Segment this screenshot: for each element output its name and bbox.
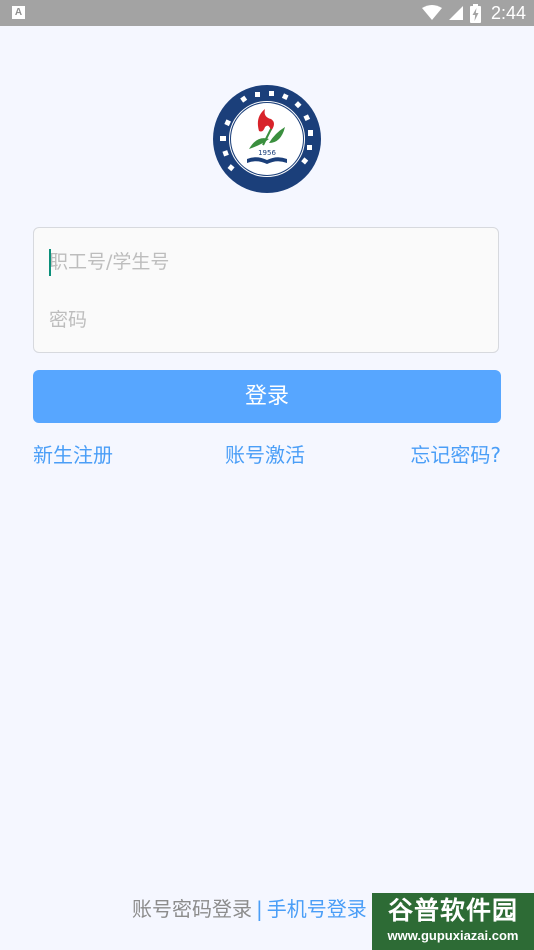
watermark-title: 谷普软件园 (387, 896, 518, 925)
account-input[interactable] (49, 242, 479, 282)
wifi-icon (421, 5, 442, 20)
password-input[interactable] (49, 300, 479, 340)
password-login-option[interactable]: 账号密码登录 (132, 897, 252, 921)
login-mode-separator: | (256, 897, 263, 921)
logo-year-text: 1956 (258, 149, 276, 157)
register-link[interactable]: 新生注册 (33, 441, 113, 469)
forgot-password-link[interactable]: 忘记密码? (410, 441, 501, 469)
university-seal-icon: 1956 (213, 85, 321, 193)
site-watermark: 谷普软件园 www.gupuxiazai.com (372, 893, 534, 950)
login-form (33, 227, 499, 353)
university-logo: 1956 (211, 83, 323, 195)
status-bar: A 2:44 (0, 0, 534, 26)
app-notification-icon: A (12, 6, 25, 19)
signal-icon (448, 6, 463, 20)
login-screen: A 2:44 1956 职工号/学生号 登录 新生注册 账号激活 忘记密码? 账… (0, 0, 534, 950)
text-caret (49, 249, 51, 276)
login-mode-switch: 账号密码登录 | 手机号登录 (132, 894, 367, 924)
activate-account-link[interactable]: 账号激活 (225, 441, 305, 469)
battery-charging-icon (469, 3, 481, 23)
status-icons: 2:44 (421, 0, 526, 26)
phone-login-option[interactable]: 手机号登录 (267, 897, 367, 921)
watermark-url: www.gupuxiazai.com (387, 928, 519, 943)
status-time: 2:44 (490, 2, 526, 23)
login-button[interactable]: 登录 (33, 370, 501, 423)
